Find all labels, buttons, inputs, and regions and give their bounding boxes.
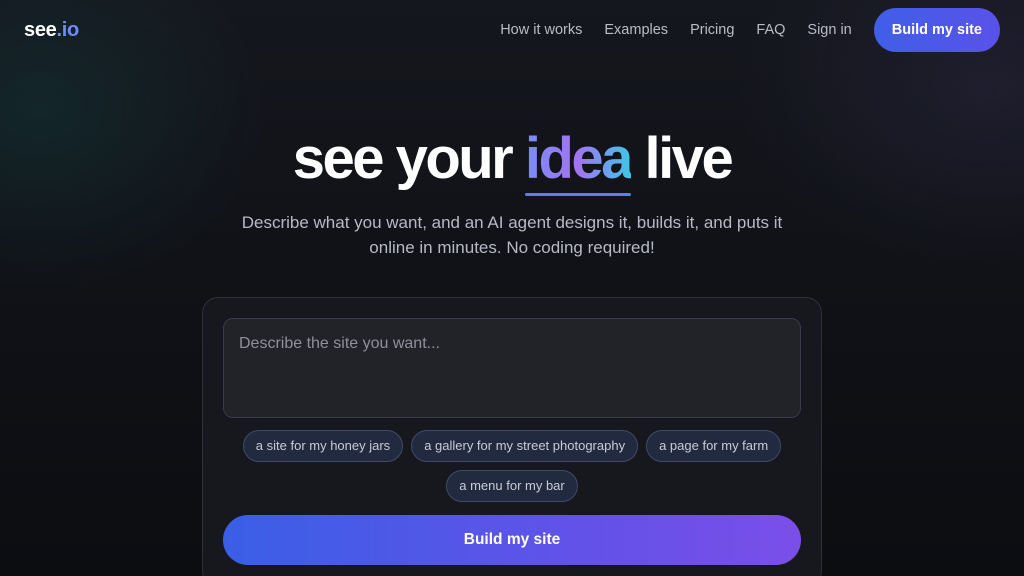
header-build-button[interactable]: Build my site <box>873 8 1000 52</box>
hero-title-start: see your <box>292 126 525 191</box>
nav-link-how-it-works[interactable]: How it works <box>500 22 582 38</box>
logo-text: see <box>24 19 57 41</box>
suggestion-chip-street-photography[interactable]: a gallery for my street photography <box>411 430 639 462</box>
hero-title-end: live <box>630 126 734 191</box>
accent-underline <box>524 193 631 196</box>
suggestion-chips: a site for my honey jars a gallery for m… <box>223 430 801 502</box>
logo-accent-text: .io <box>56 19 79 41</box>
build-my-site-button[interactable]: Build my site <box>223 515 801 565</box>
hero-title: see your idea live <box>0 124 1024 196</box>
nav-link-sign-in[interactable]: Sign in <box>807 22 851 38</box>
suggestion-chip-farm[interactable]: a page for my farm <box>646 430 782 462</box>
site-description-input[interactable] <box>223 318 801 418</box>
prompt-card: a site for my honey jars a gallery for m… <box>202 297 822 576</box>
nav-link-examples[interactable]: Examples <box>604 22 668 38</box>
hero-title-accent: idea <box>524 124 631 196</box>
hero-subtitle: Describe what you want, and an AI agent … <box>241 213 783 257</box>
suggestion-chip-honey-jars[interactable]: a site for my honey jars <box>242 430 404 462</box>
top-nav: see.io How it works Examples Pricing FAQ… <box>0 0 1024 60</box>
nav-links: How it works Examples Pricing FAQ Sign i… <box>500 8 1000 52</box>
nav-link-pricing[interactable]: Pricing <box>690 22 734 38</box>
nav-link-faq[interactable]: FAQ <box>756 22 785 38</box>
logo[interactable]: see.io <box>24 19 79 42</box>
hero-title-accent-text: idea <box>524 126 631 191</box>
suggestion-chip-bar-menu[interactable]: a menu for my bar <box>446 470 578 502</box>
